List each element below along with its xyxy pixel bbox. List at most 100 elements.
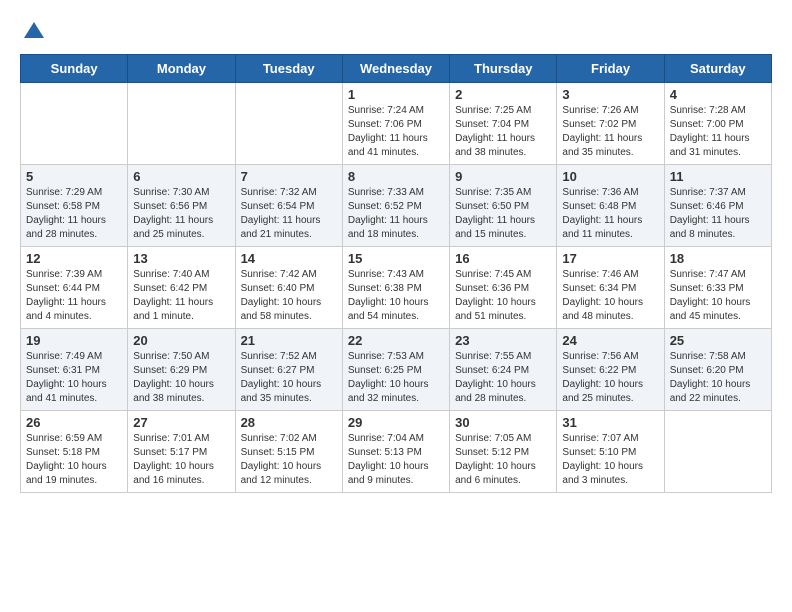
day-number: 5 [26, 169, 122, 184]
day-number: 18 [670, 251, 766, 266]
day-number: 26 [26, 415, 122, 430]
day-info: Sunrise: 7:58 AM Sunset: 6:20 PM Dayligh… [670, 350, 766, 406]
day-number: 22 [348, 333, 444, 348]
day-info: Sunrise: 7:29 AM Sunset: 6:58 PM Dayligh… [26, 186, 122, 242]
calendar-cell: 8 Sunrise: 7:33 AM Sunset: 6:52 PM Daylig… [342, 165, 449, 247]
calendar-cell: 27 Sunrise: 7:01 AM Sunset: 5:17 PM Dayli… [128, 411, 235, 493]
day-number: 12 [26, 251, 122, 266]
calendar-cell: 15Sunrise: 7:43 AM Sunset: 6:38 PM Dayli… [342, 247, 449, 329]
day-info: Sunrise: 7:30 AM Sunset: 6:56 PM Dayligh… [133, 186, 229, 242]
day-info: Sunrise: 7:55 AM Sunset: 6:24 PM Dayligh… [455, 350, 551, 406]
calendar-cell: 9 Sunrise: 7:35 AM Sunset: 6:50 PM Daylig… [450, 165, 557, 247]
calendar-cell [21, 83, 128, 165]
calendar-cell: 1 Sunrise: 7:24 AM Sunset: 7:06 PM Daylig… [342, 83, 449, 165]
day-info: Sunrise: 7:25 AM Sunset: 7:04 PM Dayligh… [455, 104, 551, 160]
week-row-2: 5 Sunrise: 7:29 AM Sunset: 6:58 PM Daylig… [21, 165, 772, 247]
day-header-monday: Monday [128, 55, 235, 83]
day-number: 4 [670, 87, 766, 102]
calendar-cell: 6 Sunrise: 7:30 AM Sunset: 6:56 PM Daylig… [128, 165, 235, 247]
calendar-cell: 24 Sunrise: 7:56 AM Sunset: 6:22 PM Dayli… [557, 329, 664, 411]
calendar-cell: 29 Sunrise: 7:04 AM Sunset: 5:13 PM Dayli… [342, 411, 449, 493]
calendar-cell: 11Sunrise: 7:37 AM Sunset: 6:46 PM Dayli… [664, 165, 771, 247]
calendar-table: SundayMondayTuesdayWednesdayThursdayFrid… [20, 54, 772, 493]
calendar-cell: 7 Sunrise: 7:32 AM Sunset: 6:54 PM Daylig… [235, 165, 342, 247]
day-number: 21 [241, 333, 337, 348]
page-header [20, 20, 772, 44]
day-number: 10 [562, 169, 658, 184]
day-number: 23 [455, 333, 551, 348]
day-info: Sunrise: 7:04 AM Sunset: 5:13 PM Dayligh… [348, 432, 444, 488]
day-number: 6 [133, 169, 229, 184]
day-info: Sunrise: 7:39 AM Sunset: 6:44 PM Dayligh… [26, 268, 122, 324]
calendar-cell: 12 Sunrise: 7:39 AM Sunset: 6:44 PM Dayli… [21, 247, 128, 329]
day-info: Sunrise: 7:56 AM Sunset: 6:22 PM Dayligh… [562, 350, 658, 406]
day-number: 9 [455, 169, 551, 184]
calendar-cell: 28 Sunrise: 7:02 AM Sunset: 5:15 PM Dayli… [235, 411, 342, 493]
day-number: 25 [670, 333, 766, 348]
calendar-cell: 18 Sunrise: 7:47 AM Sunset: 6:33 PM Dayli… [664, 247, 771, 329]
day-number: 17 [562, 251, 658, 266]
day-header-thursday: Thursday [450, 55, 557, 83]
day-info: Sunrise: 7:07 AM Sunset: 5:10 PM Dayligh… [562, 432, 658, 488]
day-header-wednesday: Wednesday [342, 55, 449, 83]
day-info: Sunrise: 7:37 AM Sunset: 6:46 PM Dayligh… [670, 186, 766, 242]
day-number: 13 [133, 251, 229, 266]
calendar-cell: 5 Sunrise: 7:29 AM Sunset: 6:58 PM Daylig… [21, 165, 128, 247]
week-row-4: 19Sunrise: 7:49 AM Sunset: 6:31 PM Dayli… [21, 329, 772, 411]
day-info: Sunrise: 7:24 AM Sunset: 7:06 PM Dayligh… [348, 104, 444, 160]
day-number: 3 [562, 87, 658, 102]
calendar-cell: 22 Sunrise: 7:53 AM Sunset: 6:25 PM Dayli… [342, 329, 449, 411]
day-header-friday: Friday [557, 55, 664, 83]
day-info: Sunrise: 7:43 AM Sunset: 6:38 PM Dayligh… [348, 268, 444, 324]
calendar-cell: 4Sunrise: 7:28 AM Sunset: 7:00 PM Daylig… [664, 83, 771, 165]
day-info: Sunrise: 6:59 AM Sunset: 5:18 PM Dayligh… [26, 432, 122, 488]
calendar-cell: 3 Sunrise: 7:26 AM Sunset: 7:02 PM Daylig… [557, 83, 664, 165]
day-info: Sunrise: 7:33 AM Sunset: 6:52 PM Dayligh… [348, 186, 444, 242]
calendar-cell: 20 Sunrise: 7:50 AM Sunset: 6:29 PM Dayli… [128, 329, 235, 411]
calendar-cell: 26 Sunrise: 6:59 AM Sunset: 5:18 PM Dayli… [21, 411, 128, 493]
day-number: 8 [348, 169, 444, 184]
day-number: 2 [455, 87, 551, 102]
day-info: Sunrise: 7:47 AM Sunset: 6:33 PM Dayligh… [670, 268, 766, 324]
day-number: 1 [348, 87, 444, 102]
calendar-cell: 10 Sunrise: 7:36 AM Sunset: 6:48 PM Dayli… [557, 165, 664, 247]
day-header-saturday: Saturday [664, 55, 771, 83]
logo [20, 20, 46, 44]
week-row-1: 1 Sunrise: 7:24 AM Sunset: 7:06 PM Daylig… [21, 83, 772, 165]
day-number: 20 [133, 333, 229, 348]
calendar-cell [128, 83, 235, 165]
day-info: Sunrise: 7:05 AM Sunset: 5:12 PM Dayligh… [455, 432, 551, 488]
calendar-cell: 13 Sunrise: 7:40 AM Sunset: 6:42 PM Dayli… [128, 247, 235, 329]
calendar-cell: 31 Sunrise: 7:07 AM Sunset: 5:10 PM Dayli… [557, 411, 664, 493]
day-info: Sunrise: 7:53 AM Sunset: 6:25 PM Dayligh… [348, 350, 444, 406]
day-info: Sunrise: 7:52 AM Sunset: 6:27 PM Dayligh… [241, 350, 337, 406]
calendar-cell: 19Sunrise: 7:49 AM Sunset: 6:31 PM Dayli… [21, 329, 128, 411]
calendar-cell: 25 Sunrise: 7:58 AM Sunset: 6:20 PM Dayli… [664, 329, 771, 411]
day-number: 19 [26, 333, 122, 348]
day-info: Sunrise: 7:35 AM Sunset: 6:50 PM Dayligh… [455, 186, 551, 242]
day-info: Sunrise: 7:01 AM Sunset: 5:17 PM Dayligh… [133, 432, 229, 488]
day-header-sunday: Sunday [21, 55, 128, 83]
calendar-cell: 2 Sunrise: 7:25 AM Sunset: 7:04 PM Daylig… [450, 83, 557, 165]
day-info: Sunrise: 7:45 AM Sunset: 6:36 PM Dayligh… [455, 268, 551, 324]
calendar-cell: 23 Sunrise: 7:55 AM Sunset: 6:24 PM Dayli… [450, 329, 557, 411]
day-number: 7 [241, 169, 337, 184]
day-number: 31 [562, 415, 658, 430]
day-number: 27 [133, 415, 229, 430]
day-info: Sunrise: 7:40 AM Sunset: 6:42 PM Dayligh… [133, 268, 229, 324]
day-info: Sunrise: 7:36 AM Sunset: 6:48 PM Dayligh… [562, 186, 658, 242]
calendar-cell: 17Sunrise: 7:46 AM Sunset: 6:34 PM Dayli… [557, 247, 664, 329]
day-info: Sunrise: 7:26 AM Sunset: 7:02 PM Dayligh… [562, 104, 658, 160]
day-info: Sunrise: 7:50 AM Sunset: 6:29 PM Dayligh… [133, 350, 229, 406]
day-header-tuesday: Tuesday [235, 55, 342, 83]
day-number: 14 [241, 251, 337, 266]
day-number: 28 [241, 415, 337, 430]
day-info: Sunrise: 7:02 AM Sunset: 5:15 PM Dayligh… [241, 432, 337, 488]
calendar-cell: 16Sunrise: 7:45 AM Sunset: 6:36 PM Dayli… [450, 247, 557, 329]
day-info: Sunrise: 7:32 AM Sunset: 6:54 PM Dayligh… [241, 186, 337, 242]
day-number: 24 [562, 333, 658, 348]
calendar-cell: 30Sunrise: 7:05 AM Sunset: 5:12 PM Dayli… [450, 411, 557, 493]
day-number: 29 [348, 415, 444, 430]
week-row-3: 12 Sunrise: 7:39 AM Sunset: 6:44 PM Dayli… [21, 247, 772, 329]
day-headers-row: SundayMondayTuesdayWednesdayThursdayFrid… [21, 55, 772, 83]
